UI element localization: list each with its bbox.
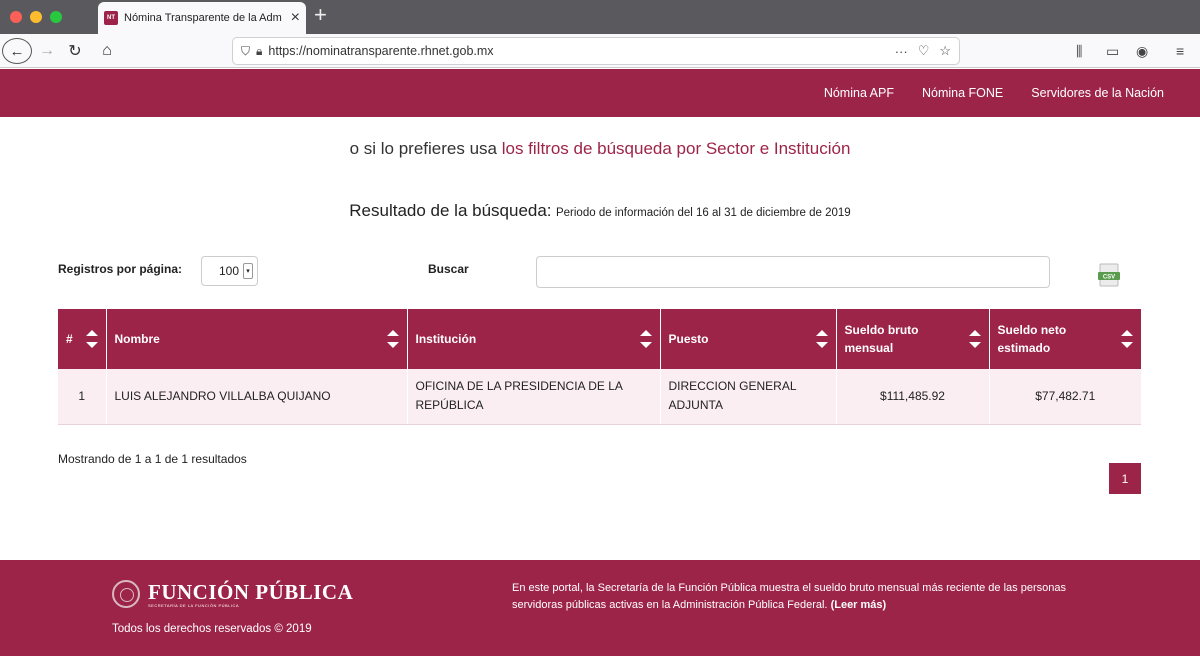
cell-institucion: OFICINA DE LA PRESIDENCIA DE LA REPÚBLIC… — [407, 369, 661, 425]
col-header-nombre[interactable]: Nombre — [106, 309, 408, 369]
records-per-page-value: 100 — [218, 264, 239, 278]
filter-link[interactable]: los filtros de búsqueda por Sector e Ins… — [502, 139, 851, 158]
cell-number: 1 — [58, 369, 107, 425]
sort-icon[interactable] — [968, 330, 981, 348]
menu-icon[interactable]: ≡ — [1176, 43, 1184, 59]
result-period: Periodo de información del 16 al 31 de d… — [555, 207, 851, 219]
browser-tab[interactable]: NT Nómina Transparente de la Adm × — [98, 2, 306, 34]
lock-icon[interactable]: 🔒︎ — [256, 44, 262, 59]
browser-tabbar: NT Nómina Transparente de la Adm × + — [0, 0, 1200, 34]
cell-sueldo-neto: $77,482.71 — [989, 369, 1141, 425]
cell-sueldo-bruto: $111,485.92 — [836, 369, 990, 425]
site-footer: FUNCIÓN PÚBLICA SECRETARÍA DE LA FUNCIÓN… — [0, 560, 1200, 656]
records-per-page-label: Registros por página: — [58, 262, 183, 276]
csv-download-icon[interactable]: CSV — [1096, 262, 1122, 288]
pocket-icon[interactable]: ♡ — [918, 43, 930, 59]
new-tab-icon[interactable]: + — [314, 4, 327, 26]
table-row[interactable]: 1 LUIS ALEJANDRO VILLALBA QUIJANO OFICIN… — [58, 369, 1141, 425]
col-header-sueldo-neto[interactable]: Sueldo neto estimado — [989, 309, 1141, 369]
read-more-link[interactable]: (Leer más) — [831, 599, 887, 611]
url-text[interactable]: https://nominatransparente.rhnet.gob.mx — [268, 44, 884, 58]
filter-prefix: o si lo prefieres usa — [349, 139, 497, 158]
col-header-sueldo-bruto[interactable]: Sueldo bruto mensual — [836, 309, 990, 369]
records-per-page-select[interactable]: 100 ▾ — [201, 256, 258, 286]
logo-main-text: FUNCIÓN PÚBLICA — [148, 579, 354, 604]
nav-servidores-nacion[interactable]: Servidores de la Nación — [1031, 86, 1164, 100]
filter-line: o si lo prefieres usa los filtros de bús… — [0, 139, 1200, 159]
site-header: Nómina APF Nómina FONE Servidores de la … — [0, 69, 1200, 117]
search-label: Buscar — [428, 262, 469, 276]
col-header-puesto[interactable]: Puesto — [660, 309, 837, 369]
address-bar[interactable]: ⛉ 🔒︎ https://nominatransparente.rhnet.go… — [232, 37, 960, 65]
shield-icon[interactable]: ⛉ — [241, 44, 250, 59]
window-minimize-button[interactable] — [30, 11, 42, 23]
sort-icon[interactable] — [85, 330, 98, 348]
search-input[interactable] — [536, 256, 1050, 288]
copyright-text: Todos los derechos reservados © 2019 — [112, 623, 312, 635]
select-arrow-icon: ▾ — [243, 263, 253, 279]
window-maximize-button[interactable] — [50, 11, 62, 23]
result-heading: Resultado de la búsqueda: Periodo de inf… — [0, 201, 1200, 221]
window-close-button[interactable] — [10, 11, 22, 23]
back-icon[interactable]: ← — [2, 38, 32, 64]
library-icon[interactable]: ⫼ — [1076, 43, 1082, 60]
tab-title: Nómina Transparente de la Adm — [124, 12, 282, 24]
seal-icon — [112, 580, 140, 608]
browser-navbar: ← → ↻ ⌂ ⛉ 🔒︎ https://nominatransparente.… — [0, 34, 1200, 68]
reload-icon[interactable]: ↻ — [64, 39, 86, 63]
nav-nomina-apf[interactable]: Nómina APF — [824, 86, 894, 100]
sort-icon[interactable] — [386, 330, 399, 348]
footer-description-text: En este portal, la Secretaría de la Func… — [512, 582, 1066, 611]
nav-nomina-fone[interactable]: Nómina FONE — [922, 86, 1003, 100]
cell-puesto: DIRECCION GENERAL ADJUNTA — [660, 369, 837, 425]
table-header-row: # Nombre Institución Puesto Sueldo bruto… — [58, 309, 1141, 369]
footer-description: En este portal, la Secretaría de la Func… — [512, 580, 1072, 614]
home-icon[interactable]: ⌂ — [96, 39, 118, 63]
svg-text:CSV: CSV — [1103, 275, 1115, 281]
funcion-publica-logo[interactable]: FUNCIÓN PÚBLICA SECRETARÍA DE LA FUNCIÓN… — [112, 580, 353, 608]
sort-icon[interactable] — [1121, 330, 1133, 348]
more-icon[interactable]: ··· — [895, 44, 908, 59]
page-button-1[interactable]: 1 — [1109, 463, 1141, 494]
forward-icon[interactable]: → — [36, 39, 58, 63]
account-icon[interactable]: ◉ — [1136, 43, 1148, 60]
tab-close-icon[interactable]: × — [291, 10, 300, 26]
sort-icon[interactable] — [815, 330, 828, 348]
col-header-number[interactable]: # — [58, 309, 107, 369]
favicon-icon: NT — [104, 11, 118, 25]
results-table: # Nombre Institución Puesto Sueldo bruto… — [58, 309, 1141, 425]
sort-icon[interactable] — [639, 330, 652, 348]
site-nav: Nómina APF Nómina FONE Servidores de la … — [824, 69, 1164, 117]
col-header-institucion[interactable]: Institución — [407, 309, 661, 369]
result-title: Resultado de la búsqueda: — [349, 201, 552, 220]
star-icon[interactable]: ☆ — [939, 43, 951, 59]
results-count: Mostrando de 1 a 1 de 1 resultados — [58, 452, 247, 466]
cell-nombre: LUIS ALEJANDRO VILLALBA QUIJANO — [106, 369, 408, 425]
sidebar-icon[interactable]: ▭ — [1106, 43, 1119, 60]
